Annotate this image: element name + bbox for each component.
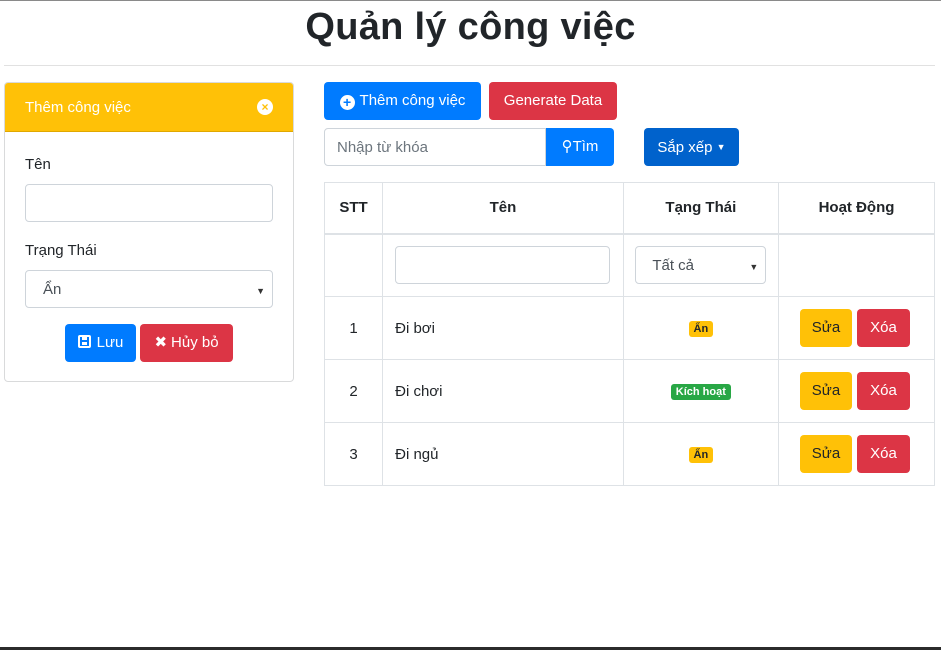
row-name: Đi ngủ: [382, 422, 624, 486]
caret-down-icon: ▼: [256, 286, 265, 296]
table-row: 1 Đi bơi Ẩn Sửa Xóa: [323, 296, 936, 360]
edit-button[interactable]: Sửa: [799, 372, 852, 410]
row-status-cell: Kích hoạt: [622, 359, 779, 423]
generate-data-button[interactable]: Generate Data: [489, 82, 617, 120]
filter-actions-cell: [777, 233, 936, 297]
filter-status-select[interactable]: Tất cả ▼: [635, 246, 767, 285]
row-name: Đi chơi: [382, 359, 624, 423]
col-status: Tạng Thái: [622, 182, 779, 235]
cancel-button[interactable]: ✖ Hủy bỏ: [140, 324, 233, 362]
delete-button[interactable]: Xóa: [856, 309, 910, 347]
status-select-value: Ẩn: [43, 281, 62, 298]
row-status-cell: Ẩn: [622, 422, 779, 486]
status-badge: Kích hoạt: [670, 384, 731, 400]
sort-dropdown-button[interactable]: Sắp xếp ▼: [644, 128, 739, 166]
filter-cell-empty: [323, 233, 384, 297]
row-stt: 3: [323, 422, 384, 486]
row-stt: 1: [323, 296, 384, 360]
search-button-label: Tìm: [572, 138, 599, 155]
caret-down-icon: ▼: [749, 262, 759, 273]
edit-button[interactable]: Sửa: [799, 435, 852, 473]
delete-button[interactable]: Xóa: [856, 372, 910, 410]
delete-button[interactable]: Xóa: [856, 435, 910, 473]
search-button[interactable]: ⚲Tìm: [546, 128, 614, 166]
filter-status-cell: Tất cả ▼: [622, 233, 779, 297]
col-stt: STT: [323, 182, 384, 235]
table-row: 2 Đi chơi Kích hoạt Sửa Xóa: [323, 359, 936, 423]
save-label: Lưu: [96, 334, 124, 351]
save-button[interactable]: Lưu: [65, 324, 136, 362]
plus-circle-icon: +: [339, 95, 355, 110]
row-status-cell: Ẩn: [622, 296, 779, 360]
col-name: Tên: [382, 182, 624, 235]
edit-button[interactable]: Sửa: [799, 309, 852, 347]
times-icon: ✖: [154, 334, 168, 351]
row-actions-cell: Sửa Xóa: [777, 296, 936, 360]
name-label: Tên: [25, 156, 51, 173]
page-title: Quản lý công việc: [305, 6, 636, 48]
table-header-row: STT Tên Tạng Thái Hoạt Động: [323, 182, 936, 235]
filter-row: Tất cả ▼: [323, 233, 936, 297]
add-task-label: Thêm công việc: [359, 92, 466, 109]
title-divider: [4, 65, 935, 66]
filter-name-cell: [382, 233, 624, 297]
status-label: Trạng Thái: [25, 242, 97, 259]
save-icon: [77, 335, 91, 348]
filter-status-value: Tất cả: [652, 257, 695, 275]
row-stt: 2: [323, 359, 384, 423]
cancel-label: Hủy bỏ: [171, 334, 219, 351]
close-icon[interactable]: ×: [257, 99, 273, 115]
caret-down-icon: ▼: [716, 142, 726, 152]
add-task-button[interactable]: + Thêm công việc: [324, 82, 481, 120]
status-badge: Ẩn: [688, 447, 714, 463]
table-row: 3 Đi ngủ Ẩn Sửa Xóa: [323, 422, 936, 486]
window-top-border: [0, 0, 941, 1]
col-actions: Hoạt Động: [777, 182, 936, 235]
search-icon: ⚲: [561, 138, 573, 155]
add-task-card: Thêm công việc × Tên Trạng Thái Ẩn ▼ Lưu…: [4, 82, 294, 382]
card-title: Thêm công việc: [25, 99, 131, 116]
status-badge: Ẩn: [688, 321, 714, 337]
search-input[interactable]: Nhập từ khóa: [324, 128, 546, 166]
search-placeholder: Nhập từ khóa: [337, 139, 428, 156]
task-table: STT Tên Tạng Thái Hoạt Động Tất cả ▼ 1 Đ…: [323, 182, 936, 486]
row-actions-cell: Sửa Xóa: [777, 359, 936, 423]
name-input[interactable]: [25, 184, 273, 222]
card-header: Thêm công việc ×: [5, 83, 293, 132]
status-select[interactable]: Ẩn ▼: [25, 270, 273, 308]
sort-label: Sắp xếp: [657, 139, 713, 156]
row-name: Đi bơi: [382, 296, 624, 360]
filter-name-input[interactable]: [395, 246, 611, 285]
row-actions-cell: Sửa Xóa: [777, 422, 936, 486]
